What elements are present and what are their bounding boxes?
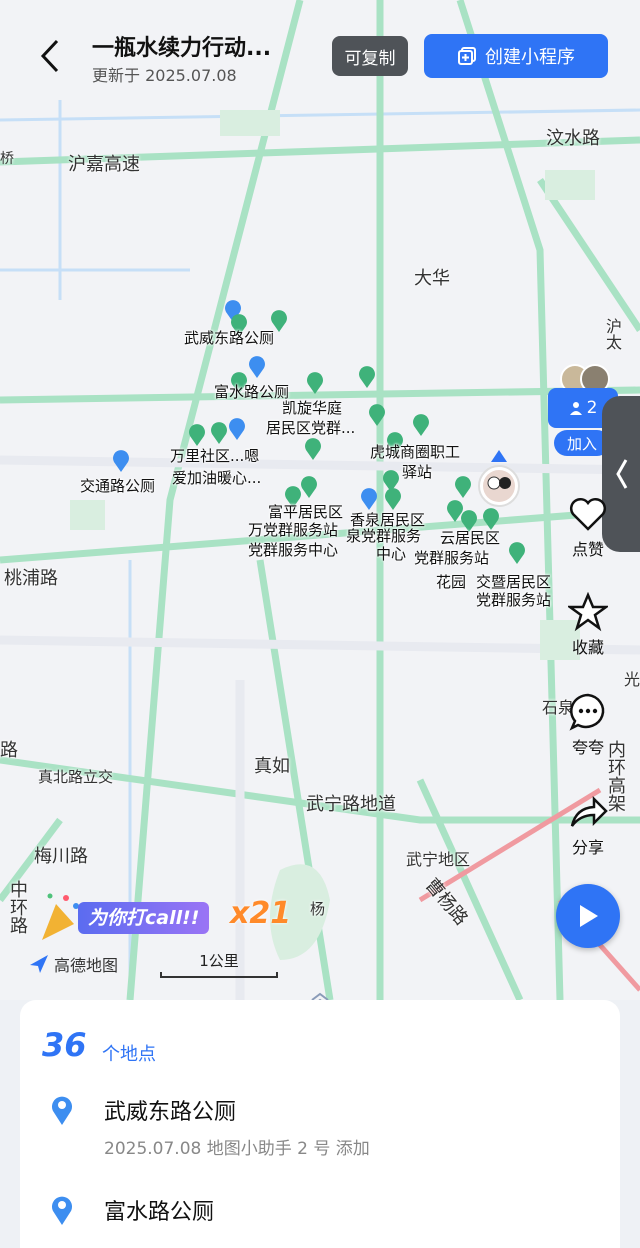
- place-label: 居民区党群...: [266, 419, 356, 437]
- map-pin-green[interactable]: [188, 424, 206, 446]
- location-count-label: 个地点: [102, 1044, 156, 1065]
- map-pin-green[interactable]: [482, 508, 500, 530]
- map-brand: 高德地图: [28, 952, 118, 976]
- place-label: 万党群服务站: [248, 521, 339, 539]
- play-button[interactable]: [556, 884, 620, 948]
- place-label: 富水路公厕: [214, 383, 290, 401]
- place-label: 泉党群服务: [346, 527, 422, 545]
- scale-bar: [160, 972, 278, 978]
- chat-bubble-icon: [569, 693, 605, 731]
- header: 一瓶水续力行动... 更新于 2025.07.08 可复制 创建小程序: [0, 0, 640, 100]
- place-label: 交暨居民区: [476, 573, 552, 591]
- create-label: 创建小程序: [485, 47, 575, 68]
- location-pin-icon: [52, 1196, 72, 1225]
- party-popper-icon: [42, 893, 79, 940]
- map-pin-green[interactable]: [210, 422, 228, 444]
- map-pin-green[interactable]: [368, 404, 386, 426]
- share-button[interactable]: 分享: [560, 792, 616, 858]
- scale-label: 1公里: [199, 952, 239, 970]
- play-icon: [580, 905, 598, 927]
- list-item-subtitle: 2025.07.08 地图小助手 2 号 添加: [104, 1139, 370, 1159]
- user-icon: [569, 402, 582, 415]
- call-banner[interactable]: 为你打call!! x21: [36, 890, 316, 942]
- like-label: 点赞: [571, 540, 604, 559]
- create-miniprogram-button[interactable]: 创建小程序: [424, 34, 608, 78]
- map-pin-green[interactable]: [412, 414, 430, 436]
- amap-logo-icon: [30, 955, 48, 973]
- member-count: 2: [586, 398, 598, 418]
- place-label: 云居民区: [440, 529, 501, 547]
- location-list-sheet: 36 个地点 武威东路公厕 2025.07.08 地图小助手 2 号 添加 富水…: [20, 1000, 620, 1248]
- list-item-title: 富水路公厕: [104, 1200, 215, 1225]
- favorite-label: 收藏: [571, 638, 604, 657]
- praise-button[interactable]: 夸夸: [560, 692, 616, 758]
- map-pin-green[interactable]: [384, 488, 402, 510]
- place-label: 凯旋华庭: [282, 399, 343, 417]
- brand-label: 高德地图: [54, 956, 119, 975]
- map-pin-blue[interactable]: [112, 450, 130, 472]
- map-view[interactable]: 沪嘉高速 汶水路 桥 大华 桃浦路 真如 真北路立交 武宁路地道 梅川路 武宁地…: [0, 0, 640, 1000]
- road-label: 汶水路: [546, 128, 600, 149]
- share-label: 分享: [571, 838, 604, 857]
- map-pin-green[interactable]: [306, 372, 324, 394]
- road-label: 光: [624, 670, 640, 689]
- update-date: 更新于 2025.07.08: [92, 66, 237, 85]
- place-label: 中心: [376, 545, 407, 563]
- chevron-left-icon: [616, 459, 628, 489]
- road-label: 真北路立交: [38, 768, 114, 786]
- map-pin-green[interactable]: [300, 476, 318, 498]
- place-label: 万里社区...嗯: [170, 447, 260, 465]
- map-scale: 1公里: [160, 950, 278, 980]
- map-pin-blue[interactable]: [228, 418, 246, 440]
- place-label: 党群服务站: [476, 591, 552, 609]
- map-pin-blue[interactable]: [360, 488, 378, 510]
- area-label: 真如: [254, 756, 290, 777]
- road-label: 武宁路地道: [306, 794, 396, 815]
- map-pin-green[interactable]: [358, 366, 376, 388]
- favorite-button[interactable]: 收藏: [560, 592, 616, 658]
- road-label: 桥: [0, 151, 14, 167]
- place-label: 交通路公厕: [80, 477, 156, 495]
- location-count: 36: [42, 1026, 87, 1064]
- user-location-marker[interactable]: [476, 450, 522, 510]
- road-label: 沪太: [603, 318, 622, 350]
- add-copy-icon: [458, 47, 476, 65]
- praise-label: 夸夸: [571, 738, 604, 757]
- map-pin-green[interactable]: [304, 438, 322, 460]
- call-text: 为你打call!!: [78, 902, 210, 934]
- list-item-title: 武威东路公厕: [104, 1100, 237, 1125]
- place-label: 党群服务中心: [248, 541, 339, 559]
- map-pin-blue[interactable]: [248, 356, 266, 378]
- heart-icon: [570, 498, 606, 531]
- area-label: 武宁地区: [406, 850, 471, 869]
- place-label: 爱加油暖心...: [172, 469, 262, 487]
- place-label: 党群服务站: [414, 549, 490, 567]
- map-pin-green[interactable]: [454, 476, 472, 498]
- share-arrow-icon: [570, 795, 608, 827]
- star-icon: [568, 592, 608, 632]
- copyable-badge[interactable]: 可复制: [332, 36, 408, 76]
- location-pin-icon: [52, 1096, 72, 1125]
- page-title: 一瓶水续力行动...: [92, 36, 272, 61]
- place-label: 富平居民区: [268, 503, 344, 521]
- road-label: 沪嘉高速: [68, 154, 140, 175]
- place-label: 虎城商圈职工: [370, 443, 461, 461]
- map-pin-green[interactable]: [508, 542, 526, 564]
- place-label: 花园: [436, 573, 467, 591]
- back-button[interactable]: [32, 36, 68, 76]
- road-label: 桃浦路: [4, 568, 58, 589]
- road-label: 梅川路: [34, 846, 88, 867]
- road-label: 路: [0, 740, 18, 761]
- place-label: 武威东路公厕: [184, 329, 275, 347]
- chevron-left-icon: [40, 39, 59, 73]
- area-label: 大华: [414, 268, 450, 289]
- call-count: x21: [230, 896, 292, 931]
- like-button[interactable]: 点赞: [560, 494, 616, 560]
- place-label: 驿站: [402, 463, 433, 481]
- road-label: 中环路: [7, 880, 28, 934]
